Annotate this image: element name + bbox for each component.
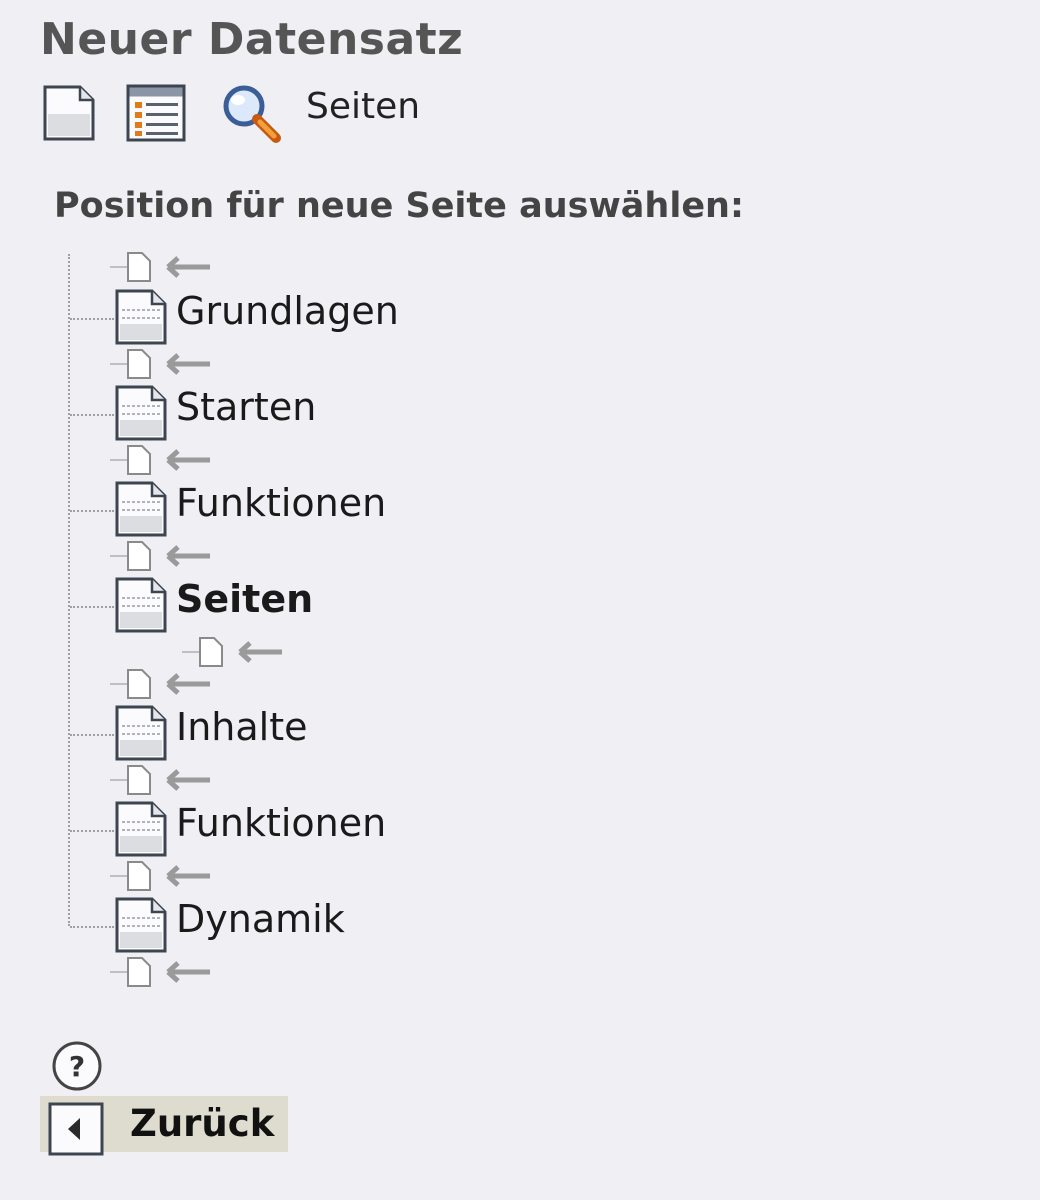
tree-page-item[interactable]: Grundlagen: [114, 288, 514, 348]
back-label: Zurück: [130, 1102, 275, 1145]
insert-position-slot[interactable]: [110, 347, 220, 381]
back-arrow-icon: [48, 1102, 104, 1156]
page-icon: [115, 897, 167, 953]
insert-position-slot-child[interactable]: [182, 635, 292, 669]
insert-position-slot[interactable]: [110, 667, 220, 701]
position-heading: Position für neue Seite auswählen:: [54, 186, 744, 226]
page-label: Funktionen: [176, 801, 387, 845]
page-icon: [115, 385, 167, 441]
page-icon: [115, 481, 167, 537]
new-page-icon[interactable]: [42, 84, 96, 146]
page-icon: [115, 577, 167, 633]
search-icon[interactable]: [220, 82, 284, 148]
tree-line: [68, 254, 70, 926]
page-label: Starten: [176, 385, 317, 429]
insert-position-slot[interactable]: [110, 443, 220, 477]
help-icon[interactable]: ?: [50, 1040, 106, 1096]
list-view-icon[interactable]: [126, 84, 186, 146]
page-label: Seiten: [176, 577, 314, 621]
page-icon: [115, 801, 167, 857]
page-label: Dynamik: [176, 897, 345, 941]
current-page-label: Seiten: [306, 86, 421, 127]
insert-position-slot[interactable]: [110, 955, 220, 989]
page-label: Inhalte: [176, 705, 308, 749]
tree-page-item[interactable]: Inhalte: [114, 704, 514, 764]
tree-page-item-current[interactable]: Seiten: [114, 576, 514, 636]
tree-page-item[interactable]: Funktionen: [114, 480, 514, 540]
page-label: Funktionen: [176, 481, 387, 525]
page-label: Grundlagen: [176, 289, 399, 333]
page-icon: [115, 705, 167, 761]
tree-page-item[interactable]: Starten: [114, 384, 514, 444]
back-button[interactable]: Zurück: [40, 1096, 288, 1156]
tree-page-item[interactable]: Funktionen: [114, 800, 514, 860]
insert-position-slot[interactable]: [110, 859, 220, 893]
insert-position-slot[interactable]: [110, 250, 220, 284]
page-icon: [115, 289, 167, 345]
insert-position-slot[interactable]: [110, 539, 220, 573]
tree-page-item[interactable]: Dynamik: [114, 896, 514, 956]
svg-text:?: ?: [69, 1050, 85, 1083]
page-title: Neuer Datensatz: [40, 14, 464, 65]
insert-position-slot[interactable]: [110, 763, 220, 797]
